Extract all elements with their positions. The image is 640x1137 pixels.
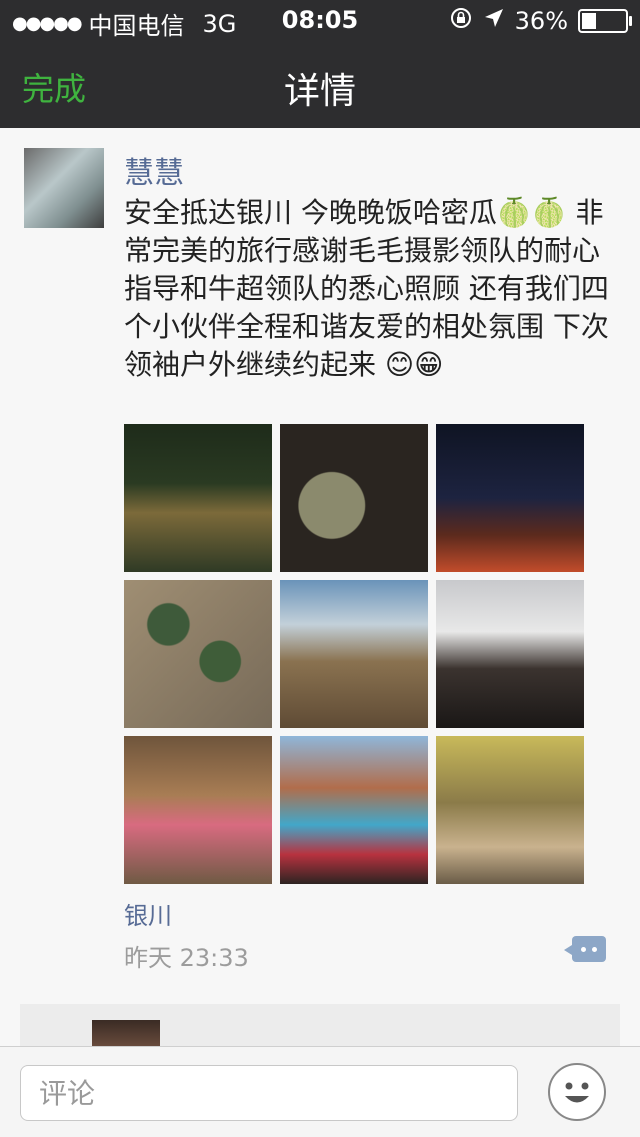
author-name[interactable]: 慧慧 [124,148,184,192]
photo-thumbnail[interactable] [436,580,584,728]
photo-thumbnail[interactable] [436,424,584,572]
status-bar: ●●●●● 中国电信 3G 08:05 36% [0,0,640,40]
photo-thumbnail[interactable] [124,424,272,572]
photo-grid [124,424,584,884]
comment-input[interactable] [20,1065,518,1121]
photo-thumbnail[interactable] [280,736,428,884]
post-detail: 慧慧 安全抵达银川 今晚晚饭哈密瓜🍈🍈 非常完美的旅行感谢毛毛摄影领队的耐心指导… [0,128,640,1046]
avatar[interactable] [24,148,104,228]
battery-icon [578,9,632,33]
smiley-icon [565,1082,589,1103]
photo-thumbnail[interactable] [436,736,584,884]
comment-options-button[interactable] [564,936,606,962]
post-location[interactable]: 银川 [124,896,172,931]
photo-thumbnail[interactable] [280,424,428,572]
photo-thumbnail[interactable] [124,736,272,884]
photo-thumbnail[interactable] [124,580,272,728]
location-arrow-icon [483,7,505,35]
post-time: 昨天 23:33 [124,944,249,972]
post-text: 安全抵达银川 今晚晚饭哈密瓜🍈🍈 非常完美的旅行感谢毛毛摄影领队的耐心指导和牛超… [124,196,609,381]
battery-percent: 36% [514,7,568,35]
emoji-button[interactable] [548,1063,606,1121]
liker-avatar[interactable] [92,1020,160,1046]
page-title: 详情 [283,71,356,112]
nav-bar: 完成 详情 [0,40,640,128]
status-right: 36% [449,6,632,36]
rotation-lock-icon [449,6,473,36]
photo-thumbnail[interactable] [280,580,428,728]
comment-bar [0,1046,640,1137]
